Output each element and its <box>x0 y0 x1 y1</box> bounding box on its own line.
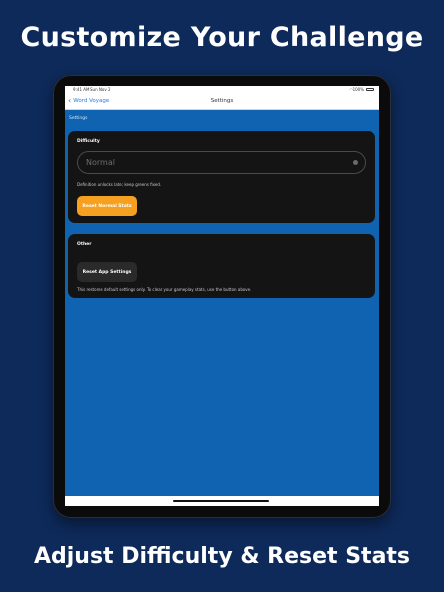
reset-app-settings-button[interactable]: Reset App Settings <box>77 262 137 282</box>
section-label: Settings <box>69 116 88 121</box>
other-help-text: This restores default settings only. To … <box>77 287 252 292</box>
home-indicator[interactable] <box>173 500 269 502</box>
difficulty-help-text: Definition unlocks late; keep greens fix… <box>77 182 162 187</box>
page-title: Settings <box>210 98 234 104</box>
status-time: 9:41 AM <box>73 87 90 92</box>
promo-headline-bottom: Adjust Difficulty & Reset Stats <box>33 544 411 569</box>
other-card: Other Reset App Settings This restores d… <box>68 234 375 298</box>
difficulty-selected-value: Normal <box>86 158 115 167</box>
difficulty-card: Difficulty Normal Definition unlocks lat… <box>68 131 375 223</box>
battery-icon <box>366 88 374 91</box>
difficulty-picker[interactable]: Normal <box>77 151 366 174</box>
other-title: Other <box>77 242 92 247</box>
status-date: Sun Nov 2 <box>90 87 111 92</box>
navigation-bar: ‹ Word Voyage Settings <box>65 93 379 110</box>
difficulty-title: Difficulty <box>77 139 100 144</box>
picker-indicator-icon <box>353 160 358 165</box>
status-bar: 9:41 AM Sun Nov 2 ◠ 100% <box>65 86 379 93</box>
battery-percent: 100% <box>352 87 364 92</box>
app-screen: 9:41 AM Sun Nov 2 ◠ 100% ‹ Word Voyage Se… <box>65 86 379 506</box>
promo-headline-top: Customize Your Challenge <box>20 22 424 53</box>
reset-normal-stats-button[interactable]: Reset Normal Stats <box>77 196 137 216</box>
